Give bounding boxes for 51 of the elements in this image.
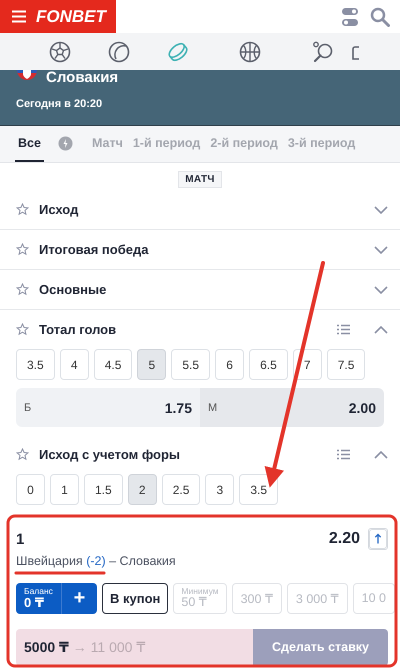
stake-field[interactable]: 5000 ₸ → 11 000 ₸	[16, 628, 253, 666]
star-icon[interactable]	[16, 323, 29, 336]
event-name: Швейцария (-2) – Словакия	[16, 554, 177, 569]
toggle-icon[interactable]	[342, 6, 358, 26]
odds-button[interactable]: М 2.00	[200, 388, 384, 427]
line-chip[interactable]: 2	[128, 474, 157, 505]
chevron-icon[interactable]	[374, 450, 388, 458]
star-icon[interactable]	[16, 203, 29, 216]
arrow-up-icon	[368, 528, 388, 550]
chevron-icon[interactable]	[374, 326, 388, 334]
chevron-icon[interactable]	[374, 286, 388, 294]
line-chip[interactable]: 5	[137, 349, 166, 380]
section-label: МАТЧ	[178, 171, 222, 188]
line-chip[interactable]: 1.5	[84, 474, 123, 505]
odds-value: 2.20	[328, 530, 360, 548]
ball-icon[interactable]	[48, 40, 70, 62]
match-time: Сегодня в 20:20	[16, 98, 104, 110]
star-icon[interactable]	[16, 283, 29, 296]
line-chip[interactable]: 1	[50, 474, 79, 505]
flash-icon[interactable]	[58, 136, 73, 150]
tab[interactable]: Все	[15, 126, 44, 162]
line-chip[interactable]: 0	[16, 474, 45, 505]
star-icon[interactable]	[16, 448, 29, 461]
line-chip[interactable]: 2.5	[162, 474, 200, 505]
market-title[interactable]: Тотал голов	[39, 322, 327, 337]
list-icon[interactable]	[337, 449, 350, 460]
line-chip[interactable]: 6.5	[249, 349, 288, 380]
list-icon[interactable]	[337, 324, 350, 335]
chevron-icon[interactable]	[374, 206, 388, 214]
line-chip[interactable]: 3	[205, 474, 234, 505]
line-chip[interactable]: 4.5	[94, 349, 132, 380]
search-icon[interactable]	[370, 6, 390, 26]
line-chip[interactable]: 4	[60, 349, 89, 380]
line-chip[interactable]: 7.5	[326, 349, 366, 380]
coupon-button[interactable]: В купон	[102, 583, 168, 614]
balance-button[interactable]: Баланс 0 ₸ +	[16, 583, 97, 614]
tennis-ball-icon[interactable]	[108, 40, 130, 62]
odds-button[interactable]: Б 1.75	[16, 388, 200, 427]
line-chip[interactable]: 3.5	[239, 474, 278, 505]
market-title[interactable]: Исход	[39, 202, 350, 217]
market-title[interactable]: Исход с учетом форы	[39, 447, 327, 462]
market-title[interactable]: Итоговая победа	[39, 242, 350, 257]
line-chip[interactable]: 3.5	[16, 349, 55, 380]
line-chip[interactable]: 6	[215, 349, 244, 380]
outcome-label: 1	[16, 530, 26, 548]
team-name: Словакия	[46, 68, 118, 86]
line-chip[interactable]: 5.5	[171, 349, 210, 380]
star-icon[interactable]	[16, 243, 29, 256]
chevron-icon[interactable]	[374, 246, 388, 254]
market-title[interactable]: Основные	[39, 282, 350, 297]
menu-icon[interactable]	[12, 10, 26, 23]
